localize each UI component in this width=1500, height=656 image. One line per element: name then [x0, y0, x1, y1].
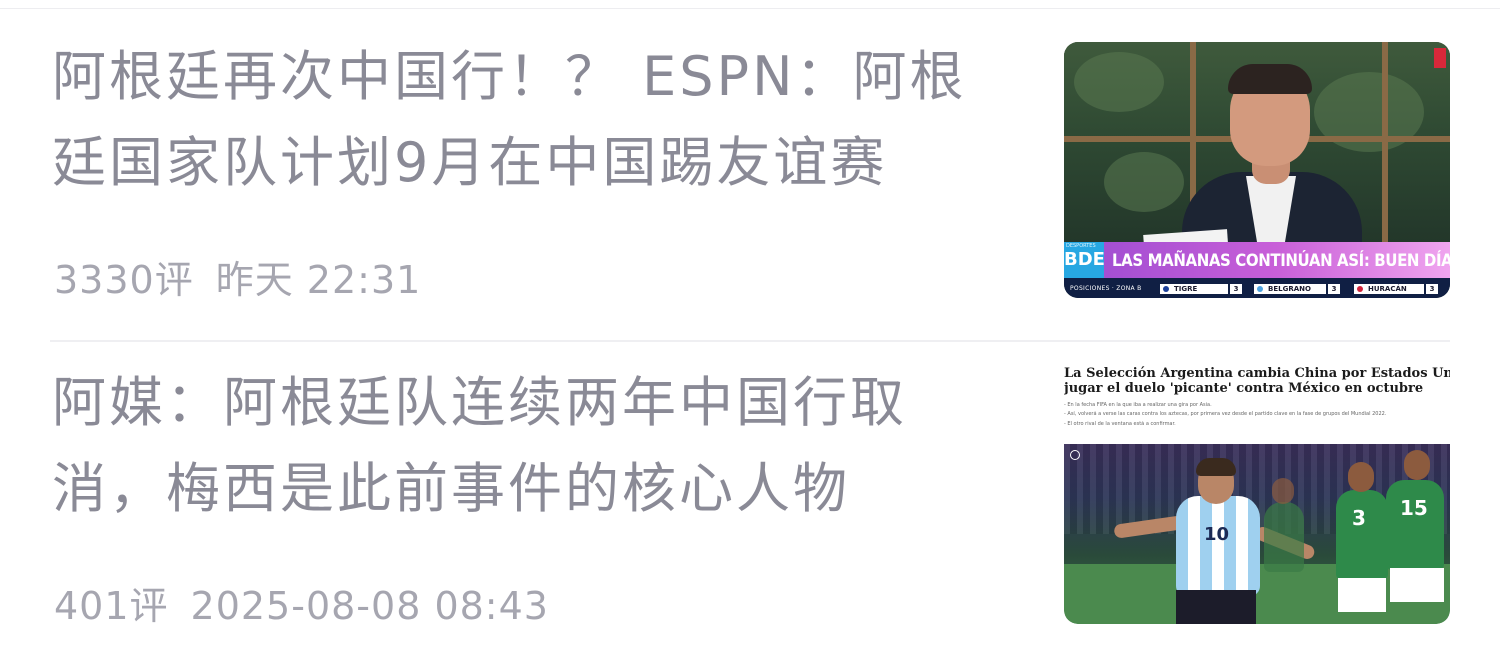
- news-item[interactable]: 阿根廷再次中国行！？ ESPN：阿根廷国家队计划9月在中国踢友谊赛 3330评昨…: [0, 10, 1500, 340]
- player-argentina: [1176, 496, 1260, 596]
- standing-team: HURACÁN: [1354, 284, 1424, 294]
- news-feed: 阿根廷再次中国行！？ ESPN：阿根廷国家队计划9月在中国踢友谊赛 3330评昨…: [0, 0, 1500, 656]
- publish-time: 昨天 22:31: [215, 258, 422, 302]
- photo-indicator-icon: [1070, 450, 1080, 460]
- news-item[interactable]: 阿媒：阿根廷队连续两年中国行取消，梅西是此前事件的核心人物 401评 2025-0…: [0, 342, 1500, 656]
- ticker-headline: LAS MAÑANAS CONTINÚAN ASÍ: BUEN DÍA ESPN: [1112, 249, 1450, 271]
- news-thumbnail[interactable]: La Selección Argentina cambia China por …: [1064, 366, 1450, 624]
- standing-team: BELGRANO: [1254, 284, 1326, 294]
- standing-score: 3: [1328, 284, 1340, 294]
- jersey-number: 3: [1352, 506, 1366, 530]
- ticker-standings: POSICIONES · ZONA B TIGRE 3 BELGRANO 3 H…: [1064, 280, 1450, 298]
- news-thumbnail[interactable]: BDE DESPORTES LAS MAÑANAS CONTINÚAN ASÍ:…: [1064, 42, 1450, 298]
- standing-score: 3: [1426, 284, 1438, 294]
- article-bullet: - En la fecha FIFA en la que iba a reali…: [1064, 402, 1212, 408]
- standing-team: TIGRE: [1160, 284, 1228, 294]
- article-title-line: jugar el duelo 'picante' contra México e…: [1064, 381, 1424, 396]
- player-mexico: [1336, 490, 1388, 580]
- jersey-number: 10: [1204, 524, 1230, 545]
- ticker-label: POSICIONES · ZONA B: [1070, 285, 1142, 292]
- ticker-logo-sub: DESPORTES: [1066, 243, 1096, 249]
- jersey-number: 15: [1400, 496, 1428, 520]
- comment-count: 3330评: [54, 258, 194, 302]
- article-bullet: - Así, volverá a verse las caras contra …: [1064, 411, 1387, 417]
- player-mexico: [1386, 480, 1444, 570]
- article-title-line: La Selección Argentina cambia China por …: [1064, 366, 1450, 381]
- publish-time: 2025-08-08 08:43: [190, 584, 549, 628]
- channel-logo-icon: [1434, 48, 1446, 68]
- standing-score: 3: [1230, 284, 1242, 294]
- news-meta: 3330评 昨天 22:31: [54, 258, 421, 302]
- news-headline: 阿根廷再次中国行！？ ESPN：阿根廷国家队计划9月在中国踢友谊赛: [52, 45, 967, 194]
- article-screenshot: La Selección Argentina cambia China por …: [1064, 366, 1450, 440]
- match-photo: 10 3 15: [1064, 444, 1450, 624]
- comment-count: 401评: [54, 584, 169, 628]
- news-headline: 阿媒：阿根廷队连续两年中国行取消，梅西是此前事件的核心人物: [52, 371, 907, 520]
- news-meta: 401评 2025-08-08 08:43: [54, 584, 549, 628]
- article-bullet: - El otro rival de la ventana está a con…: [1064, 421, 1176, 427]
